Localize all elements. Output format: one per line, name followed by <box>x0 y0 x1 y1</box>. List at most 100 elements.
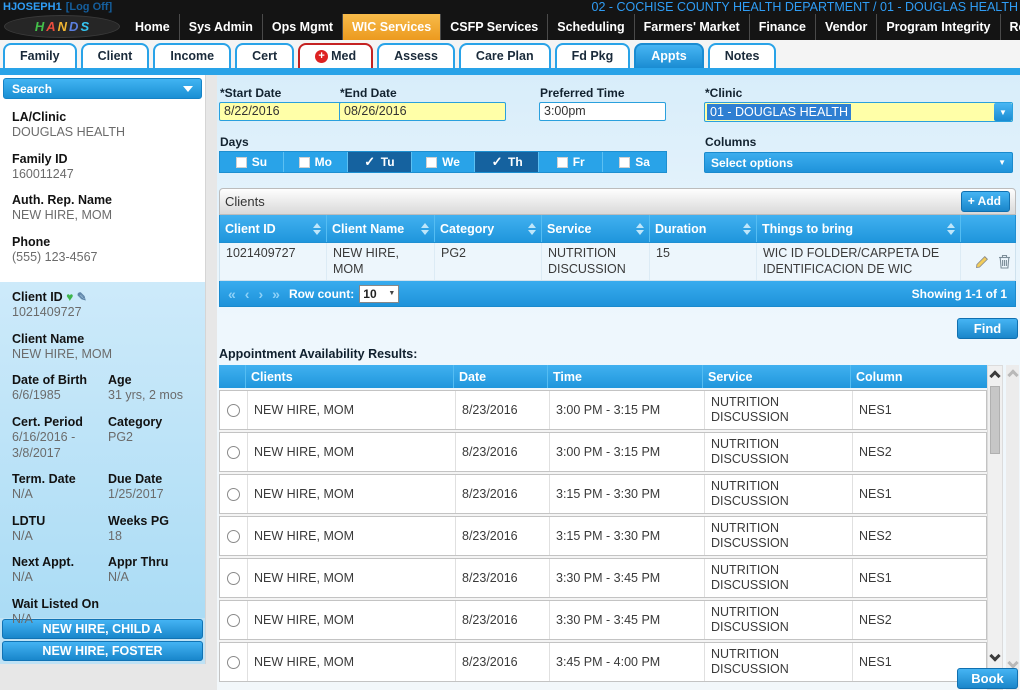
sort-icon[interactable] <box>313 223 321 235</box>
client-table-row[interactable]: 1021409727 NEW HIRE, MOM PG2 NUTRITION D… <box>219 243 1016 281</box>
col-header-clients[interactable]: Clients <box>246 365 454 388</box>
day-checkbox-fr[interactable]: Fr <box>539 152 603 172</box>
next-page-button[interactable]: › <box>258 286 263 302</box>
availability-row[interactable]: NEW HIRE, MOM 8/23/2016 3:45 PM - 4:00 P… <box>219 642 987 682</box>
day-checkbox-we[interactable]: We <box>412 152 476 172</box>
col-header-category[interactable]: Category <box>435 215 542 242</box>
day-checkbox-th[interactable]: ✓Th <box>475 152 539 172</box>
search-panel-header[interactable]: Search <box>3 78 202 99</box>
page-scrollbar[interactable] <box>1006 365 1019 690</box>
tab-fd-pkg[interactable]: Fd Pkg <box>555 43 631 68</box>
scroll-up-icon[interactable] <box>1007 369 1018 380</box>
tab-notes[interactable]: Notes <box>708 43 777 68</box>
client-id-value: 1021409727 <box>12 305 193 321</box>
day-checkbox-mo[interactable]: Mo <box>284 152 348 172</box>
preferred-time-input[interactable]: 3:00pm <box>539 102 666 121</box>
nav-sys-admin[interactable]: Sys Admin <box>180 14 263 40</box>
col-header-time[interactable]: Time <box>548 365 703 388</box>
nav-reports[interactable]: Reports <box>1001 14 1020 40</box>
col-header-client-id[interactable]: Client ID <box>220 215 327 242</box>
prev-page-button[interactable]: ‹ <box>245 286 250 302</box>
nav-finance[interactable]: Finance <box>750 14 816 40</box>
select-slot-radio[interactable] <box>227 572 240 585</box>
tab-med[interactable]: + Med <box>298 43 373 68</box>
edit-row-icon[interactable] <box>975 254 990 269</box>
scroll-down-icon[interactable] <box>1007 657 1018 668</box>
availability-row[interactable]: NEW HIRE, MOM 8/23/2016 3:30 PM - 3:45 P… <box>219 558 987 598</box>
family-member-button-foster[interactable]: NEW HIRE, FOSTER <box>2 641 203 661</box>
tab-income[interactable]: Income <box>153 43 231 68</box>
availability-row[interactable]: NEW HIRE, MOM 8/23/2016 3:30 PM - 3:45 P… <box>219 600 987 640</box>
col-header-service[interactable]: Service <box>703 365 851 388</box>
col-header-things-to-bring[interactable]: Things to bring <box>757 215 961 242</box>
select-slot-radio[interactable] <box>227 530 240 543</box>
last-page-button[interactable]: » <box>272 286 280 302</box>
delete-row-icon[interactable] <box>998 254 1011 269</box>
nav-farmers-market[interactable]: Farmers' Market <box>635 14 750 40</box>
nav-scheduling[interactable]: Scheduling <box>548 14 634 40</box>
field-label: Family ID <box>12 152 193 166</box>
clinic-select[interactable]: 01 - DOUGLAS HEALTH ▼ <box>704 102 1013 122</box>
first-page-button[interactable]: « <box>228 286 236 302</box>
sort-icon[interactable] <box>743 223 751 235</box>
cell-column: NES1 <box>852 475 986 513</box>
availability-row[interactable]: NEW HIRE, MOM 8/23/2016 3:15 PM - 3:30 P… <box>219 516 987 556</box>
category-value: PG2 <box>108 430 193 446</box>
add-client-button[interactable]: + Add <box>961 191 1010 212</box>
scrollbar-thumb[interactable] <box>990 386 1000 454</box>
col-header-service[interactable]: Service <box>542 215 650 242</box>
log-off-link[interactable]: [Log Off] <box>66 1 112 13</box>
tab-appts[interactable]: Appts <box>634 43 703 68</box>
sort-icon[interactable] <box>636 223 644 235</box>
availability-row[interactable]: NEW HIRE, MOM 8/23/2016 3:15 PM - 3:30 P… <box>219 474 987 514</box>
cell-client-name: NEW HIRE, MOM <box>327 243 435 280</box>
col-header-column[interactable]: Column <box>851 365 987 388</box>
day-checkbox-su[interactable]: Su <box>220 152 284 172</box>
start-date-input[interactable]: 8/22/2016 <box>219 102 346 121</box>
sort-icon[interactable] <box>528 223 536 235</box>
clients-panel: Clients + Add Client ID Client Name Cate… <box>219 188 1016 307</box>
availability-row[interactable]: NEW HIRE, MOM 8/23/2016 3:00 PM - 3:15 P… <box>219 390 987 430</box>
select-slot-radio[interactable] <box>227 446 240 459</box>
nav-ops-mgmt[interactable]: Ops Mgmt <box>263 14 343 40</box>
select-slot-radio[interactable] <box>227 656 240 669</box>
clinic-dropdown-button[interactable]: ▼ <box>994 103 1012 121</box>
book-button[interactable]: Book <box>957 668 1018 689</box>
day-checkbox-tu[interactable]: ✓Tu <box>348 152 412 172</box>
tab-care-plan[interactable]: Care Plan <box>459 43 551 68</box>
columns-multiselect[interactable]: Select options ▼ <box>704 152 1013 173</box>
nav-wic-services[interactable]: WIC Services <box>343 14 441 40</box>
col-header-client-name[interactable]: Client Name <box>327 215 435 242</box>
chevron-down-icon <box>183 86 193 92</box>
scroll-down-icon[interactable] <box>989 650 1000 661</box>
sort-icon[interactable] <box>947 223 955 235</box>
col-header-duration[interactable]: Duration <box>650 215 757 242</box>
nav-csfp-services[interactable]: CSFP Services <box>441 14 548 40</box>
tab-cert[interactable]: Cert <box>235 43 294 68</box>
availability-row[interactable]: NEW HIRE, MOM 8/23/2016 3:00 PM - 3:15 P… <box>219 432 987 472</box>
row-count-select[interactable]: 10 ▼ <box>359 285 399 303</box>
nav-home[interactable]: Home <box>126 14 180 40</box>
cell-service: NUTRITION DISCUSSION <box>704 433 852 471</box>
cell-date: 8/23/2016 <box>455 433 549 471</box>
tab-client[interactable]: Client <box>81 43 150 68</box>
checkbox-icon <box>299 157 310 168</box>
col-header-actions <box>961 215 1015 242</box>
nav-vendor[interactable]: Vendor <box>816 14 877 40</box>
col-header-date[interactable]: Date <box>454 365 548 388</box>
day-checkbox-sa[interactable]: Sa <box>603 152 666 172</box>
scroll-up-icon[interactable] <box>989 370 1000 381</box>
select-slot-radio[interactable] <box>227 404 240 417</box>
find-button[interactable]: Find <box>957 318 1018 339</box>
pencil-icon[interactable]: ✎ <box>77 290 87 304</box>
select-slot-radio[interactable] <box>227 614 240 627</box>
select-slot-radio[interactable] <box>227 488 240 501</box>
tab-assess[interactable]: Assess <box>377 43 455 68</box>
tab-family[interactable]: Family <box>3 43 77 68</box>
end-date-input[interactable]: 08/26/2016 <box>339 102 506 121</box>
results-scrollbar[interactable] <box>987 365 1003 690</box>
sort-icon[interactable] <box>421 223 429 235</box>
cell-clients: NEW HIRE, MOM <box>247 475 455 513</box>
nav-program-integrity[interactable]: Program Integrity <box>877 14 1000 40</box>
la-clinic-value: DOUGLAS HEALTH <box>12 125 193 141</box>
